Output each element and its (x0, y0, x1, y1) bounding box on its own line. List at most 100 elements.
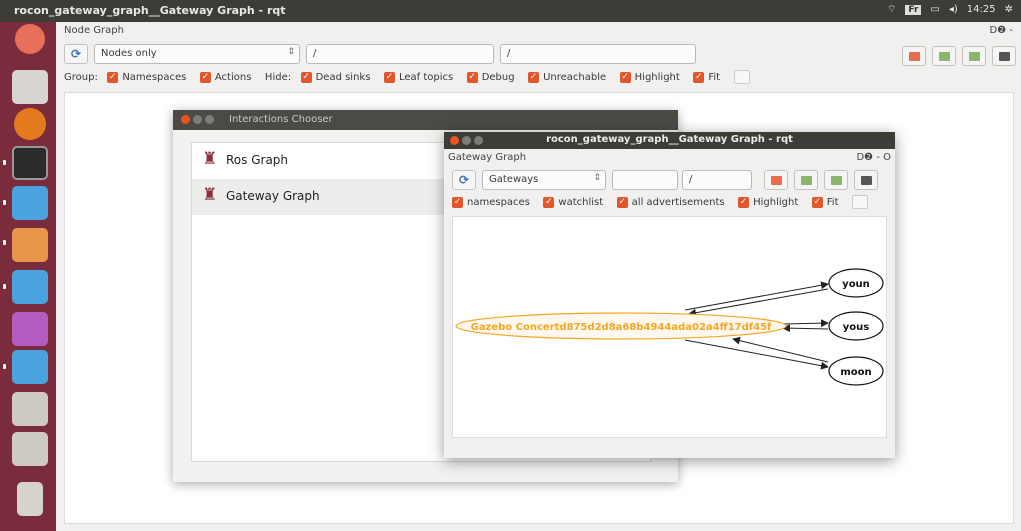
checkbox-label: Dead sinks (315, 71, 371, 83)
highlight-checkbox[interactable]: ✓ Highlight (619, 71, 680, 83)
box-app-icon[interactable] (12, 228, 48, 262)
gateway-mode-value: Gateways (489, 174, 539, 185)
checkmark-icon: ✓ (300, 71, 312, 83)
group-namespaces-checkbox[interactable]: ✓ Namespaces (107, 71, 187, 83)
checkbox-label: Namespaces (122, 71, 187, 83)
keyboard-layout-indicator[interactable]: Fr (905, 4, 922, 15)
trash-icon[interactable] (17, 482, 43, 516)
wifi-icon[interactable]: ⌔ (887, 3, 896, 16)
gateway-window-controls[interactable]: D❷ - O (856, 152, 891, 163)
close-icon[interactable] (181, 115, 190, 124)
gateway-filter-input[interactable] (612, 170, 678, 190)
hide-dead-sinks-checkbox[interactable]: ✓ Dead sinks (300, 71, 371, 83)
watchlist-checkbox[interactable]: ✓ watchlist (543, 196, 603, 208)
namespaces-checkbox[interactable]: ✓ namespaces (452, 196, 530, 208)
fit-checkbox[interactable]: ✓ Fit (693, 71, 721, 83)
hide-unreachable-checkbox[interactable]: ✓ Unreachable (528, 71, 606, 83)
save-svg-button[interactable] (824, 170, 848, 190)
app-icon[interactable] (12, 350, 48, 384)
namespace-filter-input[interactable]: / (306, 44, 494, 64)
checkmark-icon: ✓ (528, 71, 540, 83)
checkmark-icon: ✓ (199, 71, 211, 83)
minimize-icon[interactable] (193, 115, 202, 124)
checkbox-label: Actions (214, 71, 252, 83)
gazebo-concert-label: Gazebo Concertd875d2d8a68b4944ada02a4ff1… (471, 322, 772, 333)
gateway-topic-filter-input[interactable]: / (682, 170, 752, 190)
checkmark-icon: ✓ (466, 71, 478, 83)
clock[interactable]: 14:25 (967, 4, 996, 15)
save-svg-button[interactable] (962, 46, 986, 66)
firefox-icon[interactable] (14, 108, 46, 140)
fit-checkbox[interactable]: ✓ Fit (811, 196, 839, 208)
gateway-graph-label: Gateway Graph (448, 152, 527, 163)
group-actions-checkbox[interactable]: ✓ Actions (199, 71, 252, 83)
gateway-titlebar: rocon_gateway_graph__Gateway Graph - rqt (444, 132, 895, 149)
terminal-icon[interactable] (12, 146, 48, 180)
settings-gear-icon[interactable]: ✲ (1005, 4, 1013, 15)
running-indicator (3, 200, 6, 205)
save-dot-button[interactable] (932, 46, 956, 66)
volume-icon[interactable]: ◂) (949, 4, 958, 15)
running-indicator (3, 284, 6, 289)
fit-view-button[interactable] (852, 195, 869, 209)
gateway-graph-window: rocon_gateway_graph__Gateway Graph - rqt… (444, 132, 895, 458)
refresh-button[interactable]: ⟳ (64, 44, 88, 64)
node-graph-options: Group: ✓ Namespaces ✓ Actions Hide: ✓ Dead … (64, 70, 1021, 88)
hide-label: Hide: (264, 71, 292, 83)
yous-label: yous (843, 322, 870, 333)
graph-edge (684, 281, 829, 311)
chooser-titlebar: Interactions Chooser (173, 110, 678, 130)
topic-filter-input[interactable]: / (500, 44, 696, 64)
app-icon[interactable] (12, 270, 48, 304)
gateway-mode-select[interactable]: Gateways ⇕ (482, 170, 606, 190)
window-controls[interactable]: D❷ - (990, 25, 1013, 36)
refresh-button[interactable]: ⟳ (452, 170, 476, 190)
ubuntu-dash-icon[interactable] (15, 24, 45, 54)
checkmark-icon: ✓ (811, 196, 823, 208)
files-icon[interactable] (12, 70, 48, 104)
save-dot-button[interactable] (794, 170, 818, 190)
save-image-button[interactable] (854, 170, 878, 190)
hide-debug-checkbox[interactable]: ✓ Debug (466, 71, 515, 83)
graph-edge (782, 324, 829, 333)
running-indicator (3, 160, 6, 165)
youn-label: youn (842, 279, 870, 290)
load-dot-button[interactable] (902, 46, 926, 66)
drive-icon[interactable] (12, 432, 48, 466)
minimize-icon[interactable] (462, 136, 471, 145)
gateway-graph-svg: Gazebo Concertd875d2d8a68b4944ada02a4ff1… (455, 268, 884, 386)
hide-leaf-topics-checkbox[interactable]: ✓ Leaf topics (383, 71, 453, 83)
load-dot-button[interactable] (764, 170, 788, 190)
gateway-toolbar: ⟳ Gateways ⇕ / (452, 170, 892, 190)
launcher-sidebar (0, 22, 56, 531)
graph-edge (782, 319, 829, 328)
graph-edge (732, 336, 829, 363)
checkmark-icon: ✓ (543, 196, 555, 208)
chooser-window-buttons (181, 115, 214, 124)
maximize-icon[interactable] (474, 136, 483, 145)
drive-icon[interactable] (12, 392, 48, 426)
checkbox-label: Fit (708, 71, 721, 83)
checkmark-icon: ✓ (383, 71, 395, 83)
fit-view-button[interactable] (733, 70, 750, 84)
gateway-topic-filter-value: / (689, 174, 693, 185)
checkmark-icon: ✓ (107, 71, 119, 83)
remote-desktop-icon[interactable] (12, 312, 48, 346)
checkbox-label: all advertisements (631, 196, 725, 208)
save-image-button[interactable] (992, 46, 1016, 66)
close-icon[interactable] (450, 136, 459, 145)
gateway-graph-canvas[interactable]: Gazebo Concertd875d2d8a68b4944ada02a4ff1… (452, 216, 887, 438)
highlight-checkbox[interactable]: ✓ Highlight (738, 196, 798, 208)
running-indicator (3, 240, 6, 245)
app-icon[interactable] (12, 186, 48, 220)
maximize-icon[interactable] (205, 115, 214, 124)
all-advertisements-checkbox[interactable]: ✓ all advertisements (616, 196, 725, 208)
node-graph-label: Node Graph (64, 25, 124, 36)
graph-edge (688, 288, 829, 317)
graph-edge (684, 339, 829, 370)
mode-select[interactable]: Nodes only ⇕ (94, 44, 300, 64)
checkbox-label: Highlight (634, 71, 680, 83)
battery-icon[interactable]: ▭ (930, 4, 939, 15)
checkmark-icon: ✓ (452, 196, 463, 208)
robot-icon: ♜ (202, 185, 218, 205)
